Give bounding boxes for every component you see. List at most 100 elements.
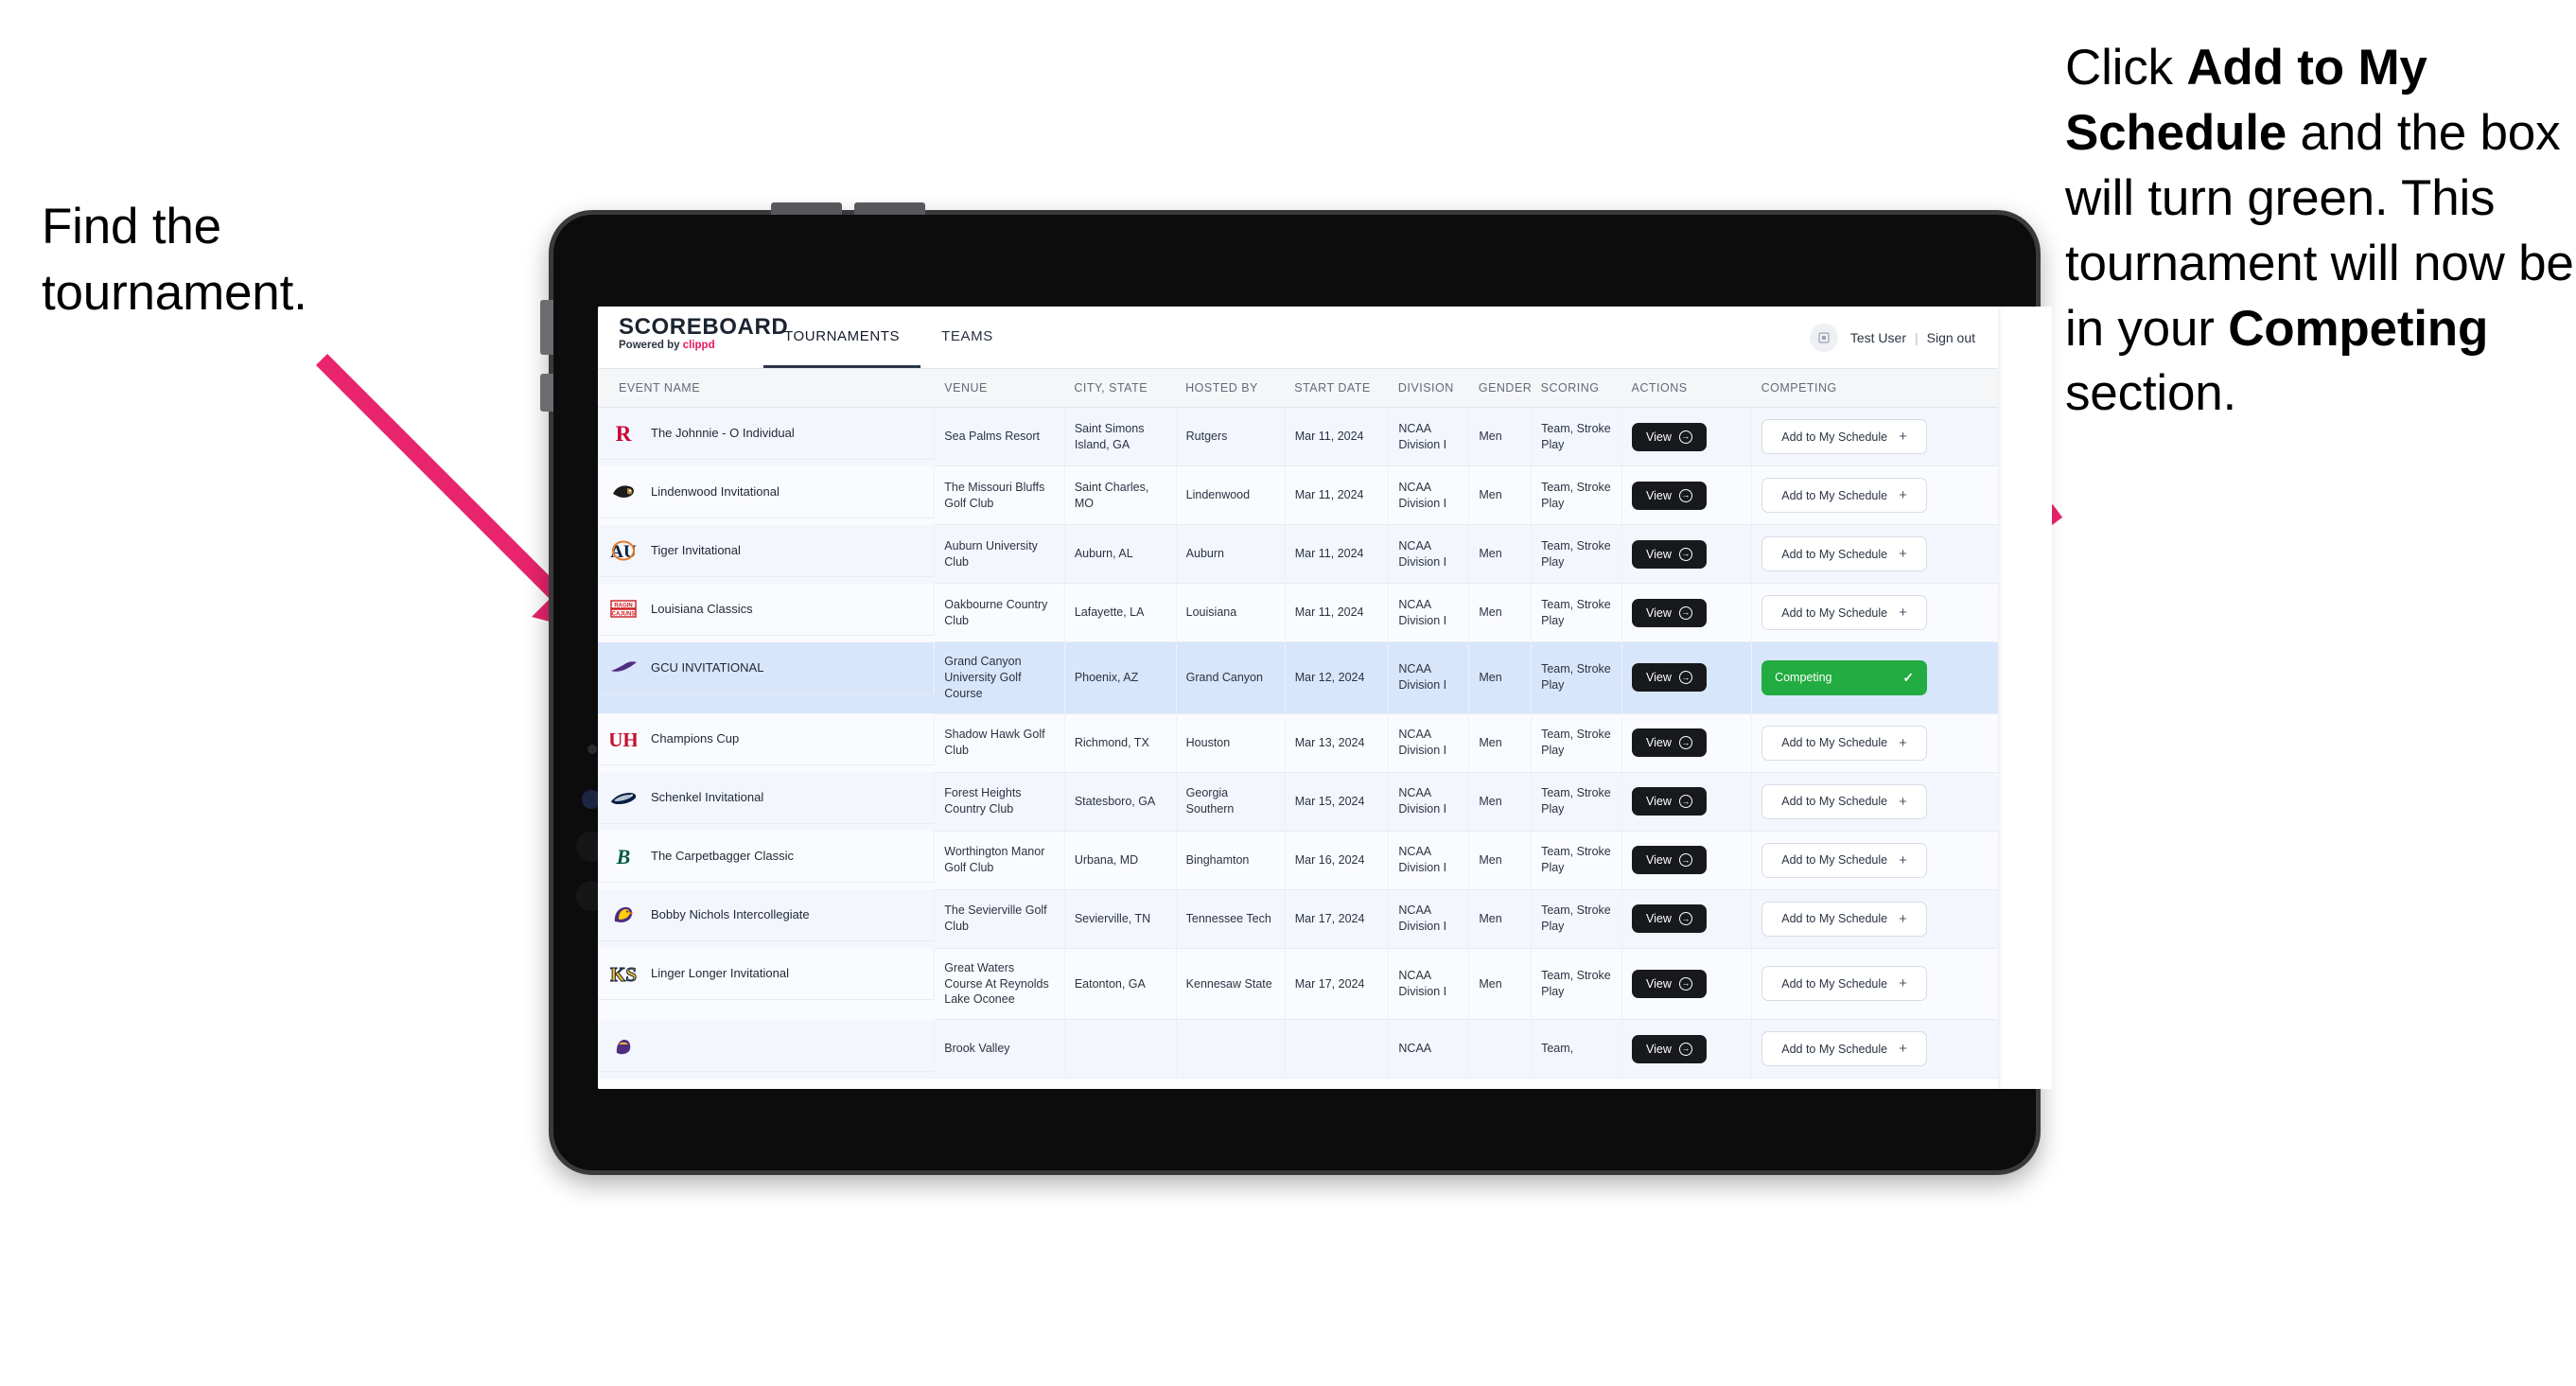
add-to-my-schedule-label: Add to My Schedule	[1781, 1042, 1888, 1056]
cell-division: NCAA Division I	[1388, 583, 1470, 642]
cell-division: NCAA Division I	[1388, 465, 1470, 525]
cell-date	[1285, 1019, 1390, 1079]
column-header-gender[interactable]: GENDER	[1468, 369, 1532, 408]
cell-date: Mar 11, 2024	[1285, 407, 1390, 466]
table-row[interactable]: UH Champions Cup Shadow Hawk Golf Club Rich…	[598, 713, 1998, 773]
column-header-start-date[interactable]: START DATE	[1285, 369, 1389, 408]
brand-logo[interactable]: SCOREBOARD Powered by clippd	[598, 307, 788, 368]
column-header-scoring[interactable]: SCORING	[1531, 369, 1622, 408]
cell-gender	[1468, 1019, 1533, 1079]
arrow-right-circle-icon: →	[1678, 547, 1692, 561]
cell-scoring: Team, Stroke Play	[1531, 583, 1623, 642]
cell-date: Mar 11, 2024	[1285, 524, 1390, 584]
user-separator: |	[1914, 329, 1919, 345]
add-to-my-schedule-label: Add to My Schedule	[1781, 547, 1888, 561]
column-header-division[interactable]: DIVISION	[1388, 369, 1469, 408]
cell-gender: Men	[1468, 948, 1533, 1021]
tablet-top-button-1[interactable]	[771, 202, 842, 215]
view-button-label: View	[1646, 1042, 1672, 1056]
view-button[interactable]: View →	[1632, 846, 1707, 875]
ecu-pirate-logo	[609, 1031, 638, 1060]
user-meta: Test User | Sign out	[1850, 330, 1975, 345]
arrow-right-circle-icon: →	[1678, 853, 1692, 868]
add-to-my-schedule-button[interactable]: Add to My Schedule +	[1761, 536, 1928, 571]
table-row[interactable]: GCU INVITATIONAL Grand Canyon University …	[598, 641, 1998, 714]
view-button[interactable]: View →	[1632, 598, 1707, 627]
event-name-label: Schenkel Invitational	[651, 790, 764, 805]
sign-out-link[interactable]: Sign out	[1927, 330, 1975, 345]
column-header-competing[interactable]: COMPETING	[1751, 369, 1998, 408]
add-to-my-schedule-button[interactable]: Add to My Schedule +	[1761, 901, 1928, 937]
table-row[interactable]: Schenkel Invitational Forest Heights Coun…	[598, 772, 1998, 832]
screenshot-root: Find the tournament. Click Add to My Sch…	[0, 0, 2576, 1386]
column-header-hosted-by[interactable]: HOSTED BY	[1176, 369, 1286, 408]
tablet-top-button-2[interactable]	[854, 202, 925, 215]
add-to-my-schedule-label: Add to My Schedule	[1781, 605, 1888, 620]
cell-division: NCAA Division I	[1388, 948, 1470, 1021]
auburn-au-logo: AU	[609, 536, 638, 565]
add-to-my-schedule-button[interactable]: Add to My Schedule +	[1761, 595, 1928, 630]
table-row[interactable]: R The Johnnie - O Individual Sea Palms Res…	[598, 407, 1998, 466]
cell-actions: View →	[1621, 641, 1753, 714]
arrow-right-circle-icon: →	[1678, 912, 1692, 926]
add-to-my-schedule-button[interactable]: Add to My Schedule +	[1761, 966, 1928, 1002]
view-button[interactable]: View →	[1632, 787, 1707, 816]
view-button[interactable]: View →	[1632, 1034, 1707, 1063]
column-header-event-name[interactable]: EVENT NAME	[598, 369, 936, 408]
column-header-venue[interactable]: VENUE	[935, 369, 1065, 408]
table-row[interactable]: RAGIN CAJUNS Louisiana Classics Oakbourne C…	[598, 583, 1998, 642]
tab-teams[interactable]: TEAMS	[920, 307, 1014, 368]
annotation-right-bold2: Competing	[2228, 300, 2489, 357]
table-row[interactable]: AU Tiger Invitational Auburn University Cl…	[598, 524, 1998, 584]
add-to-my-schedule-button[interactable]: Add to My Schedule +	[1761, 1031, 1928, 1067]
table-row[interactable]: Bobby Nichols Intercollegiate The Sevierv…	[598, 889, 1998, 949]
cell-city: Statesboro, GA	[1064, 772, 1177, 832]
add-to-my-schedule-label: Add to My Schedule	[1781, 488, 1888, 502]
view-button[interactable]: View →	[1632, 663, 1707, 693]
view-button[interactable]: View →	[1632, 969, 1707, 998]
column-header-actions[interactable]: ACTIONS	[1621, 369, 1752, 408]
column-header-city-state[interactable]: CITY, STATE	[1064, 369, 1177, 408]
cell-host: Rutgers	[1176, 407, 1286, 466]
tablet-sensor-icon	[587, 745, 597, 754]
tennessee-tech-eagle-logo	[609, 901, 638, 929]
table-row[interactable]: Brook Valley NCAA Team, View → Add to My Sche…	[598, 1019, 1998, 1079]
table-row[interactable]: B The Carpetbagger Classic Worthington Man…	[598, 831, 1998, 890]
table-row[interactable]: Lindenwood Invitational The Missouri Bluf…	[598, 465, 1998, 525]
cell-host: Houston	[1176, 713, 1286, 773]
view-button-label: View	[1646, 488, 1672, 502]
add-to-my-schedule-button[interactable]: Add to My Schedule +	[1761, 783, 1928, 819]
view-button[interactable]: View →	[1632, 728, 1707, 758]
competing-button[interactable]: Competing ✓	[1761, 659, 1928, 695]
tablet-volume-down-button[interactable]	[540, 374, 553, 412]
plus-icon: +	[1899, 910, 1907, 927]
table-row[interactable]: KS Linger Longer Invitational Great Waters…	[598, 948, 1998, 1021]
add-to-my-schedule-button[interactable]: Add to My Schedule +	[1761, 478, 1928, 513]
table-body: R The Johnnie - O Individual Sea Palms Res…	[598, 407, 1998, 1079]
cell-competing: Add to My Schedule +	[1751, 713, 1998, 773]
cell-event-name: Bobby Nichols Intercollegiate	[598, 889, 936, 942]
event-name-label: The Johnnie - O Individual	[651, 426, 795, 441]
cell-event-name: RAGIN CAJUNS Louisiana Classics	[598, 583, 936, 636]
cell-event-name: Lindenwood Invitational	[598, 465, 936, 518]
add-to-my-schedule-button[interactable]: Add to My Schedule +	[1761, 419, 1928, 454]
cell-host: Lindenwood	[1176, 465, 1286, 525]
view-button[interactable]: View →	[1632, 481, 1707, 510]
add-to-my-schedule-label: Add to My Schedule	[1781, 795, 1888, 809]
add-to-my-schedule-button[interactable]: Add to My Schedule +	[1761, 842, 1928, 878]
tablet-screen: SCOREBOARD Powered by clippd TOURNAMENTS…	[598, 307, 2052, 1089]
cell-actions: View →	[1621, 831, 1753, 890]
tab-tournaments[interactable]: TOURNAMENTS	[763, 307, 921, 368]
annotation-add-to-schedule: Click Add to My Schedule and the box wil…	[2065, 36, 2576, 427]
cell-city: Phoenix, AZ	[1064, 641, 1177, 714]
user-avatar-icon[interactable]	[1809, 323, 1838, 352]
cell-date: Mar 12, 2024	[1285, 641, 1390, 714]
view-button[interactable]: View →	[1632, 539, 1707, 569]
add-to-my-schedule-button[interactable]: Add to My Schedule +	[1761, 725, 1928, 761]
kennesaw-state-ks-logo: KS	[609, 959, 638, 988]
tablet-volume-up-button[interactable]	[540, 300, 553, 355]
view-button[interactable]: View →	[1632, 422, 1707, 451]
view-button[interactable]: View →	[1632, 904, 1707, 934]
cell-actions: View →	[1621, 407, 1753, 466]
arrow-right-circle-icon: →	[1678, 430, 1692, 444]
